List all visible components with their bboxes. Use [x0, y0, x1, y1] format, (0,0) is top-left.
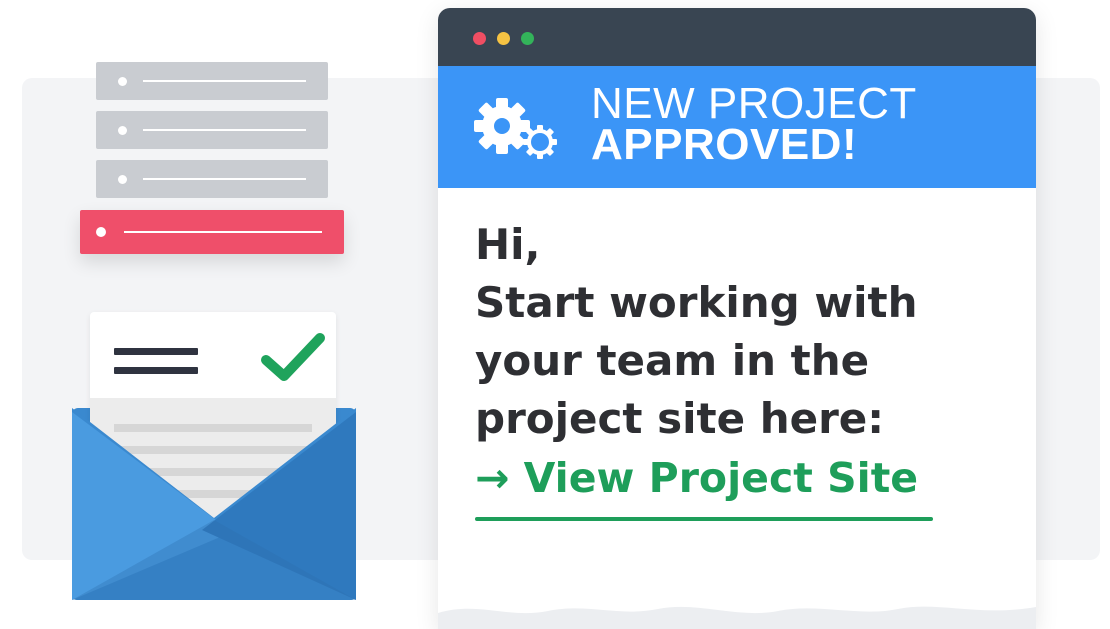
greeting: Hi,: [475, 220, 541, 269]
gears-icon: [474, 98, 557, 159]
message-line: your team in the: [475, 336, 870, 385]
placeholder-line: [143, 178, 306, 180]
banner: NEW PROJECT APPROVED!: [438, 66, 1036, 188]
maximize-dot-icon[interactable]: [521, 32, 534, 45]
torn-edge: [438, 606, 1036, 629]
minimize-dot-icon[interactable]: [497, 32, 510, 45]
close-dot-icon[interactable]: [473, 32, 486, 45]
placeholder-line: [143, 129, 306, 131]
view-project-site-link[interactable]: → View Project Site: [475, 450, 918, 506]
placeholder-line: [143, 80, 306, 82]
envelope: [72, 312, 356, 602]
list-item[interactable]: [96, 62, 328, 100]
envelope-front: [72, 408, 356, 600]
link-underline: [475, 517, 933, 521]
illustration: NEW PROJECT APPROVED! Hi, Start working …: [0, 0, 1110, 629]
bullet-icon: [118, 174, 127, 184]
bullet-icon: [118, 125, 127, 135]
window-titlebar: [438, 8, 1036, 66]
message-line: Start working with: [475, 278, 918, 327]
menu-icon: [114, 367, 198, 374]
placeholder-line: [124, 231, 322, 233]
list-item-active[interactable]: [80, 210, 344, 254]
email-message: Hi, Start working with your team in the …: [475, 216, 1015, 448]
message-line: project site here:: [475, 394, 885, 443]
list-item[interactable]: [96, 160, 328, 198]
bullet-icon: [118, 76, 127, 86]
email-window: NEW PROJECT APPROVED! Hi, Start working …: [438, 8, 1036, 629]
checkmark-icon: [261, 333, 325, 381]
bullet-icon: [96, 227, 106, 237]
list-item[interactable]: [96, 111, 328, 149]
banner-subtitle: APPROVED!: [591, 120, 858, 169]
menu-icon: [114, 348, 198, 355]
